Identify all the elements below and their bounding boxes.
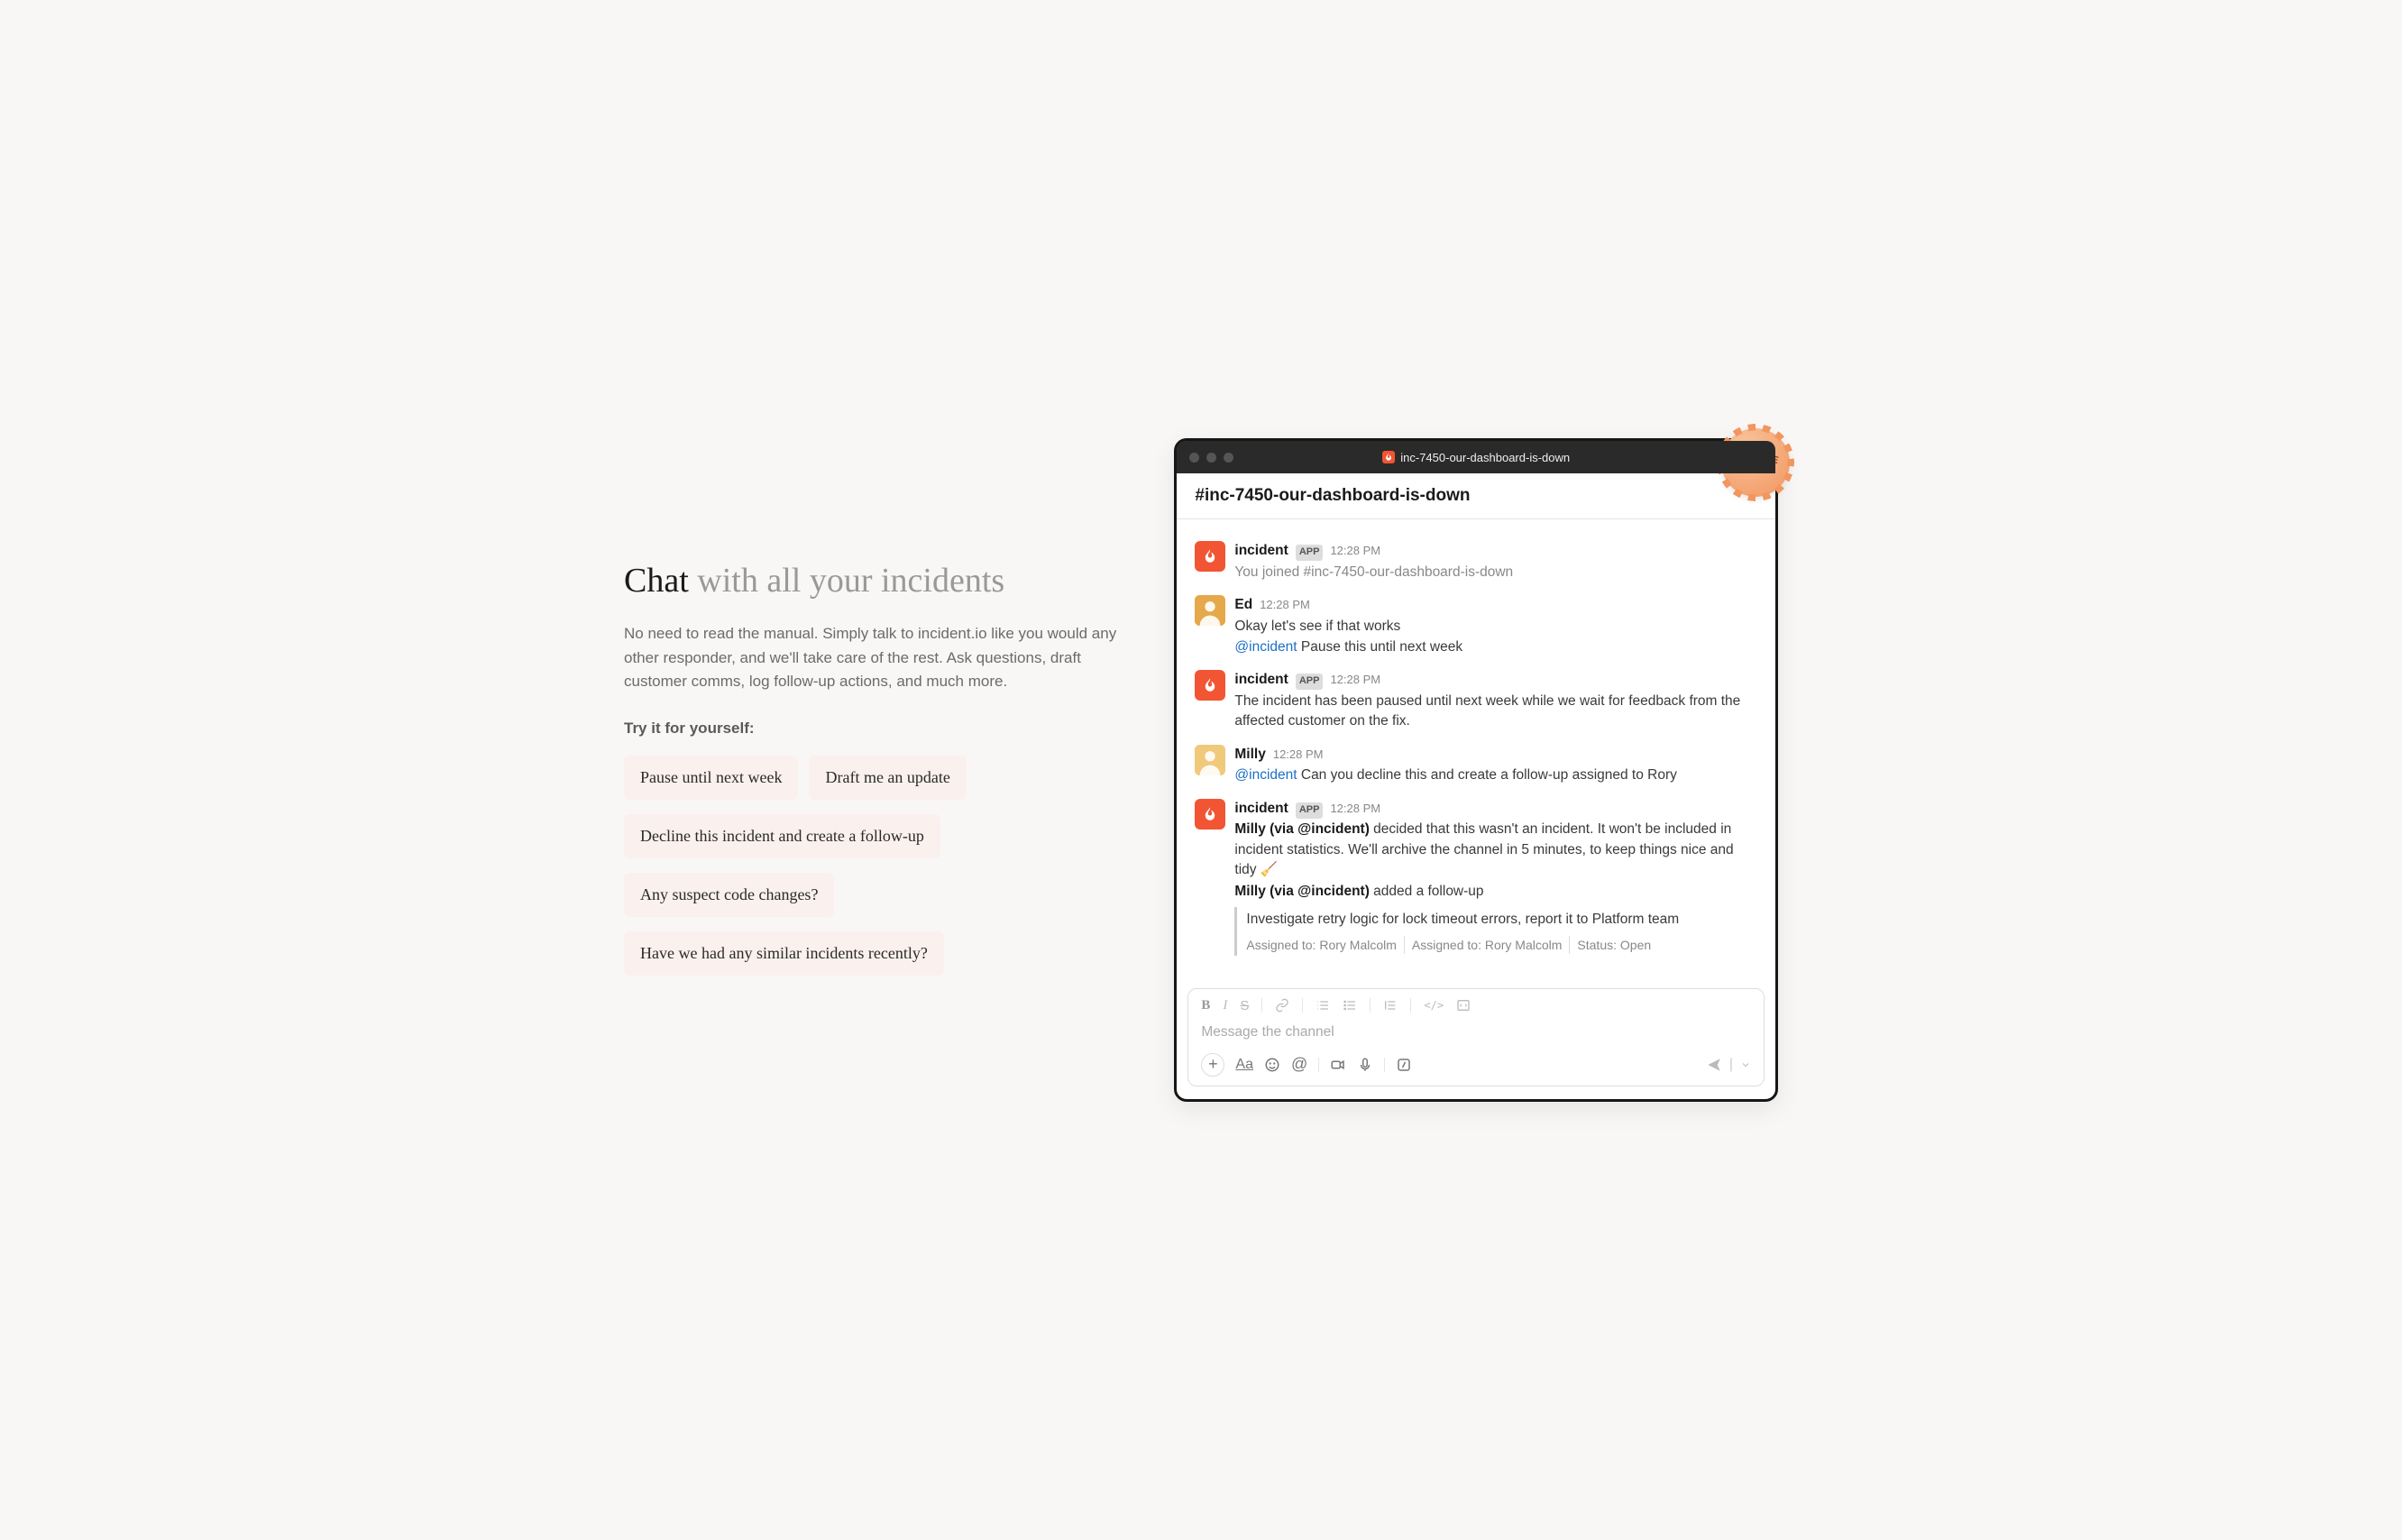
message-timestamp: 12:28 PM — [1330, 801, 1380, 818]
message: incident APP 12:28 PM Milly (via @incident)… — [1195, 799, 1757, 956]
message-composer: B I S </> Message the channel + Aa — [1187, 988, 1765, 1086]
message-author: Milly — [1234, 745, 1265, 765]
message-author: incident — [1234, 670, 1288, 690]
headline-strong: Chat — [624, 562, 689, 600]
link-icon[interactable] — [1275, 998, 1289, 1013]
suggestion-decline-followup[interactable]: Decline this incident and create a follo… — [624, 814, 940, 858]
window-title: inc-7450-our-dashboard-is-down — [1382, 451, 1570, 464]
followup-block: Investigate retry logic for lock timeout… — [1234, 907, 1757, 956]
message-text: @incident Pause this until next week — [1234, 637, 1757, 657]
message-timestamp: 12:28 PM — [1330, 672, 1380, 689]
app-badge: APP — [1296, 802, 1324, 819]
message-timestamp: 12:28 PM — [1273, 747, 1324, 764]
video-icon[interactable] — [1330, 1057, 1346, 1073]
blockquote-icon[interactable] — [1383, 998, 1398, 1013]
app-badge: APP — [1296, 674, 1324, 690]
message-list: incident APP 12:28 PM You joined #inc-7450-… — [1177, 519, 1775, 977]
incident-app-avatar — [1195, 799, 1225, 830]
incident-app-avatar — [1195, 541, 1225, 572]
message-text: The incident has been paused until next … — [1234, 692, 1757, 732]
mention[interactable]: @incident — [1234, 639, 1297, 655]
channel-header: #inc-7450-our-dashboard-is-down — [1177, 473, 1775, 519]
send-options-icon[interactable] — [1740, 1059, 1751, 1070]
window-titlebar: inc-7450-our-dashboard-is-down — [1177, 441, 1775, 473]
text-format-icon[interactable]: Aa — [1235, 1057, 1253, 1073]
message: incident APP 12:28 PM You joined #inc-7450-… — [1195, 541, 1757, 582]
headline-light: with all your incidents — [697, 562, 1004, 600]
italic-icon[interactable]: I — [1223, 998, 1227, 1013]
suggestion-code-changes[interactable]: Any suspect code changes? — [624, 873, 834, 917]
suggestion-similar-incidents[interactable]: Have we had any similar incidents recent… — [624, 931, 944, 976]
bullet-list-icon[interactable] — [1343, 998, 1357, 1013]
message-author: incident — [1234, 799, 1288, 819]
suggestion-draft-update[interactable]: Draft me an update — [809, 756, 966, 800]
ed-avatar — [1195, 595, 1225, 626]
microphone-icon[interactable] — [1357, 1057, 1373, 1073]
message-text: Okay let's see if that works — [1234, 617, 1757, 637]
traffic-light-minimize[interactable] — [1206, 453, 1216, 463]
hero-description: No need to read the manual. Simply talk … — [624, 622, 1120, 693]
flame-icon — [1382, 451, 1395, 463]
message-author: incident — [1234, 541, 1288, 561]
message-timestamp: 12:28 PM — [1330, 543, 1380, 560]
message-timestamp: 12:28 PM — [1260, 597, 1310, 614]
milly-avatar — [1195, 745, 1225, 775]
suggestion-pause[interactable]: Pause until next week — [624, 756, 798, 800]
message-text: Milly (via @incident) decided that this … — [1234, 820, 1757, 880]
mention-icon[interactable]: @ — [1291, 1055, 1307, 1074]
strikethrough-icon[interactable]: S — [1240, 998, 1249, 1013]
shortcuts-icon[interactable] — [1396, 1057, 1412, 1073]
send-icon[interactable] — [1706, 1057, 1722, 1073]
message: incident APP 12:28 PM The incident has been… — [1195, 670, 1757, 731]
mention[interactable]: @incident — [1234, 767, 1297, 783]
followup-text: Investigate retry logic for lock timeout… — [1246, 910, 1757, 930]
formatting-toolbar: B I S </> — [1197, 996, 1755, 1015]
hero-headline: Chat with all your incidents — [624, 561, 1120, 600]
attach-button[interactable]: + — [1201, 1053, 1224, 1077]
code-block-icon[interactable] — [1456, 998, 1471, 1013]
message: Ed12:28 PMOkay let's see if that works@i… — [1195, 595, 1757, 657]
ordered-list-icon[interactable] — [1316, 998, 1330, 1013]
message-text: @incident Can you decline this and creat… — [1234, 765, 1757, 785]
incident-app-avatar — [1195, 670, 1225, 701]
message-text: Milly (via @incident) added a follow-up — [1234, 882, 1757, 902]
message-input[interactable]: Message the channel — [1197, 1015, 1755, 1051]
traffic-light-zoom[interactable] — [1224, 453, 1233, 463]
followup-meta: Assigned to: Rory MalcolmAssigned to: Ro… — [1246, 936, 1757, 954]
chat-window: PRIVATEBETA inc-7450-our-dashboard-is-do… — [1174, 438, 1778, 1102]
app-badge: APP — [1296, 545, 1324, 561]
bold-icon[interactable]: B — [1201, 998, 1210, 1013]
try-it-label: Try it for yourself: — [624, 720, 1120, 738]
message-text: You joined #inc-7450-our-dashboard-is-do… — [1234, 563, 1757, 582]
message-author: Ed — [1234, 595, 1252, 615]
traffic-light-close[interactable] — [1189, 453, 1199, 463]
code-icon[interactable]: </> — [1424, 999, 1444, 1012]
suggestion-list: Pause until next week Draft me an update… — [624, 756, 1120, 979]
emoji-icon[interactable] — [1264, 1057, 1280, 1073]
message: Milly 12:28 PM@incident Can you decline t… — [1195, 745, 1757, 786]
